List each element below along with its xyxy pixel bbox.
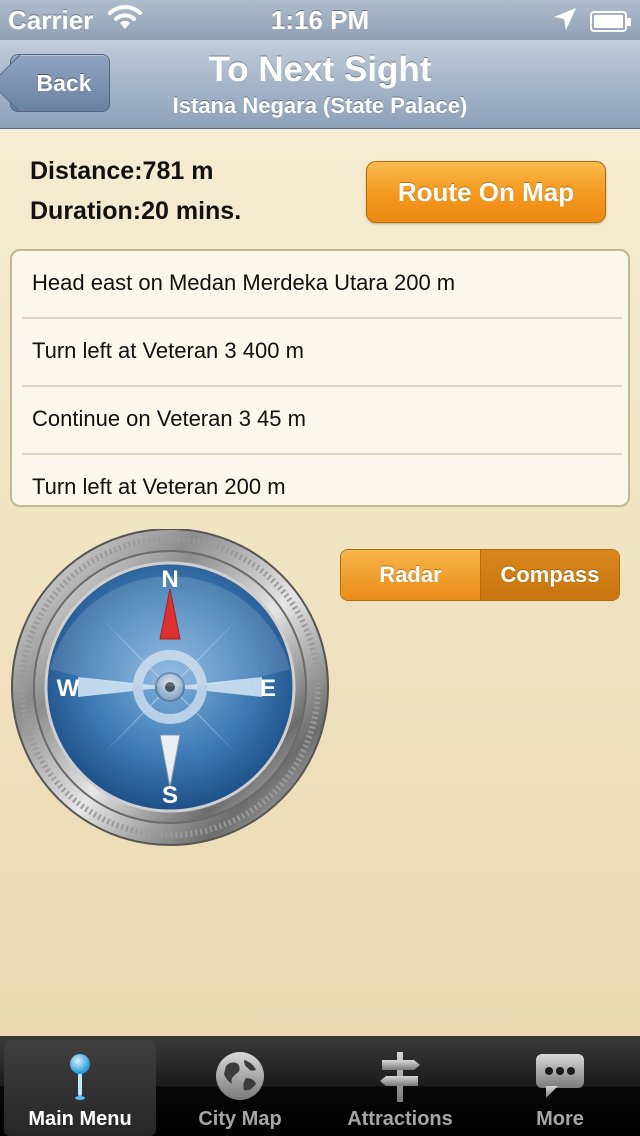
route-on-map-button[interactable]: Route On Map bbox=[366, 161, 606, 223]
direction-item[interactable]: Head east on Medan Merdeka Utara 200 m bbox=[22, 251, 622, 319]
compass-dial: N S E W bbox=[10, 528, 330, 849]
battery-icon bbox=[590, 9, 631, 32]
page-title: To Next Sight bbox=[208, 50, 432, 89]
distance-line: Distance:781 m bbox=[30, 157, 213, 186]
clock: 1:16 PM bbox=[270, 5, 370, 35]
location-arrow-icon bbox=[552, 6, 578, 39]
duration-line: Duration:20 mins. bbox=[30, 197, 241, 226]
distance-value: 781 m bbox=[142, 157, 214, 185]
compass-east-label: E bbox=[260, 675, 276, 702]
compass-north-label: N bbox=[161, 566, 178, 593]
duration-label: Duration: bbox=[30, 197, 142, 225]
distance-label: Distance: bbox=[30, 157, 143, 185]
compass-south-label: S bbox=[162, 782, 178, 809]
view-mode-toggle[interactable]: Radar Compass bbox=[340, 549, 620, 601]
tab-label: City Map bbox=[198, 1108, 282, 1130]
duration-value: 20 mins. bbox=[141, 197, 242, 225]
tab-label: More bbox=[536, 1108, 584, 1130]
back-button-label: Back bbox=[36, 70, 92, 96]
main-content: Distance:781 m Duration:20 mins. Route O… bbox=[0, 129, 640, 1036]
globe-icon bbox=[212, 1048, 268, 1104]
compass-west-label: W bbox=[57, 675, 80, 702]
tab-bar: Main Menu City Map Attractions More bbox=[0, 1036, 640, 1136]
pin-icon bbox=[52, 1048, 108, 1104]
directions-list[interactable]: Head east on Medan Merdeka Utara 200 m T… bbox=[10, 249, 630, 507]
tab-city-map[interactable]: City Map bbox=[164, 1040, 316, 1136]
status-bar: Carrier 1:16 PM bbox=[0, 0, 640, 40]
page-subtitle: Istana Negara (State Palace) bbox=[172, 93, 468, 118]
signpost-icon bbox=[372, 1048, 428, 1104]
direction-item[interactable]: Continue on Veteran 3 45 m bbox=[22, 387, 622, 455]
direction-item[interactable]: Turn left at Veteran 3 400 m bbox=[22, 319, 622, 387]
radar-segment[interactable]: Radar bbox=[341, 550, 481, 600]
tab-main-menu[interactable]: Main Menu bbox=[4, 1040, 156, 1136]
tab-label: Attractions bbox=[347, 1108, 453, 1130]
compass-segment[interactable]: Compass bbox=[481, 550, 619, 600]
tab-more[interactable]: More bbox=[484, 1040, 636, 1136]
navigation-bar: Back To Next Sight Istana Negara (State … bbox=[0, 40, 640, 129]
direction-item[interactable]: Turn left at Veteran 200 m bbox=[22, 455, 622, 505]
tab-label: Main Menu bbox=[28, 1108, 132, 1130]
chat-bubble-icon bbox=[532, 1048, 588, 1104]
tab-attractions[interactable]: Attractions bbox=[324, 1040, 476, 1136]
